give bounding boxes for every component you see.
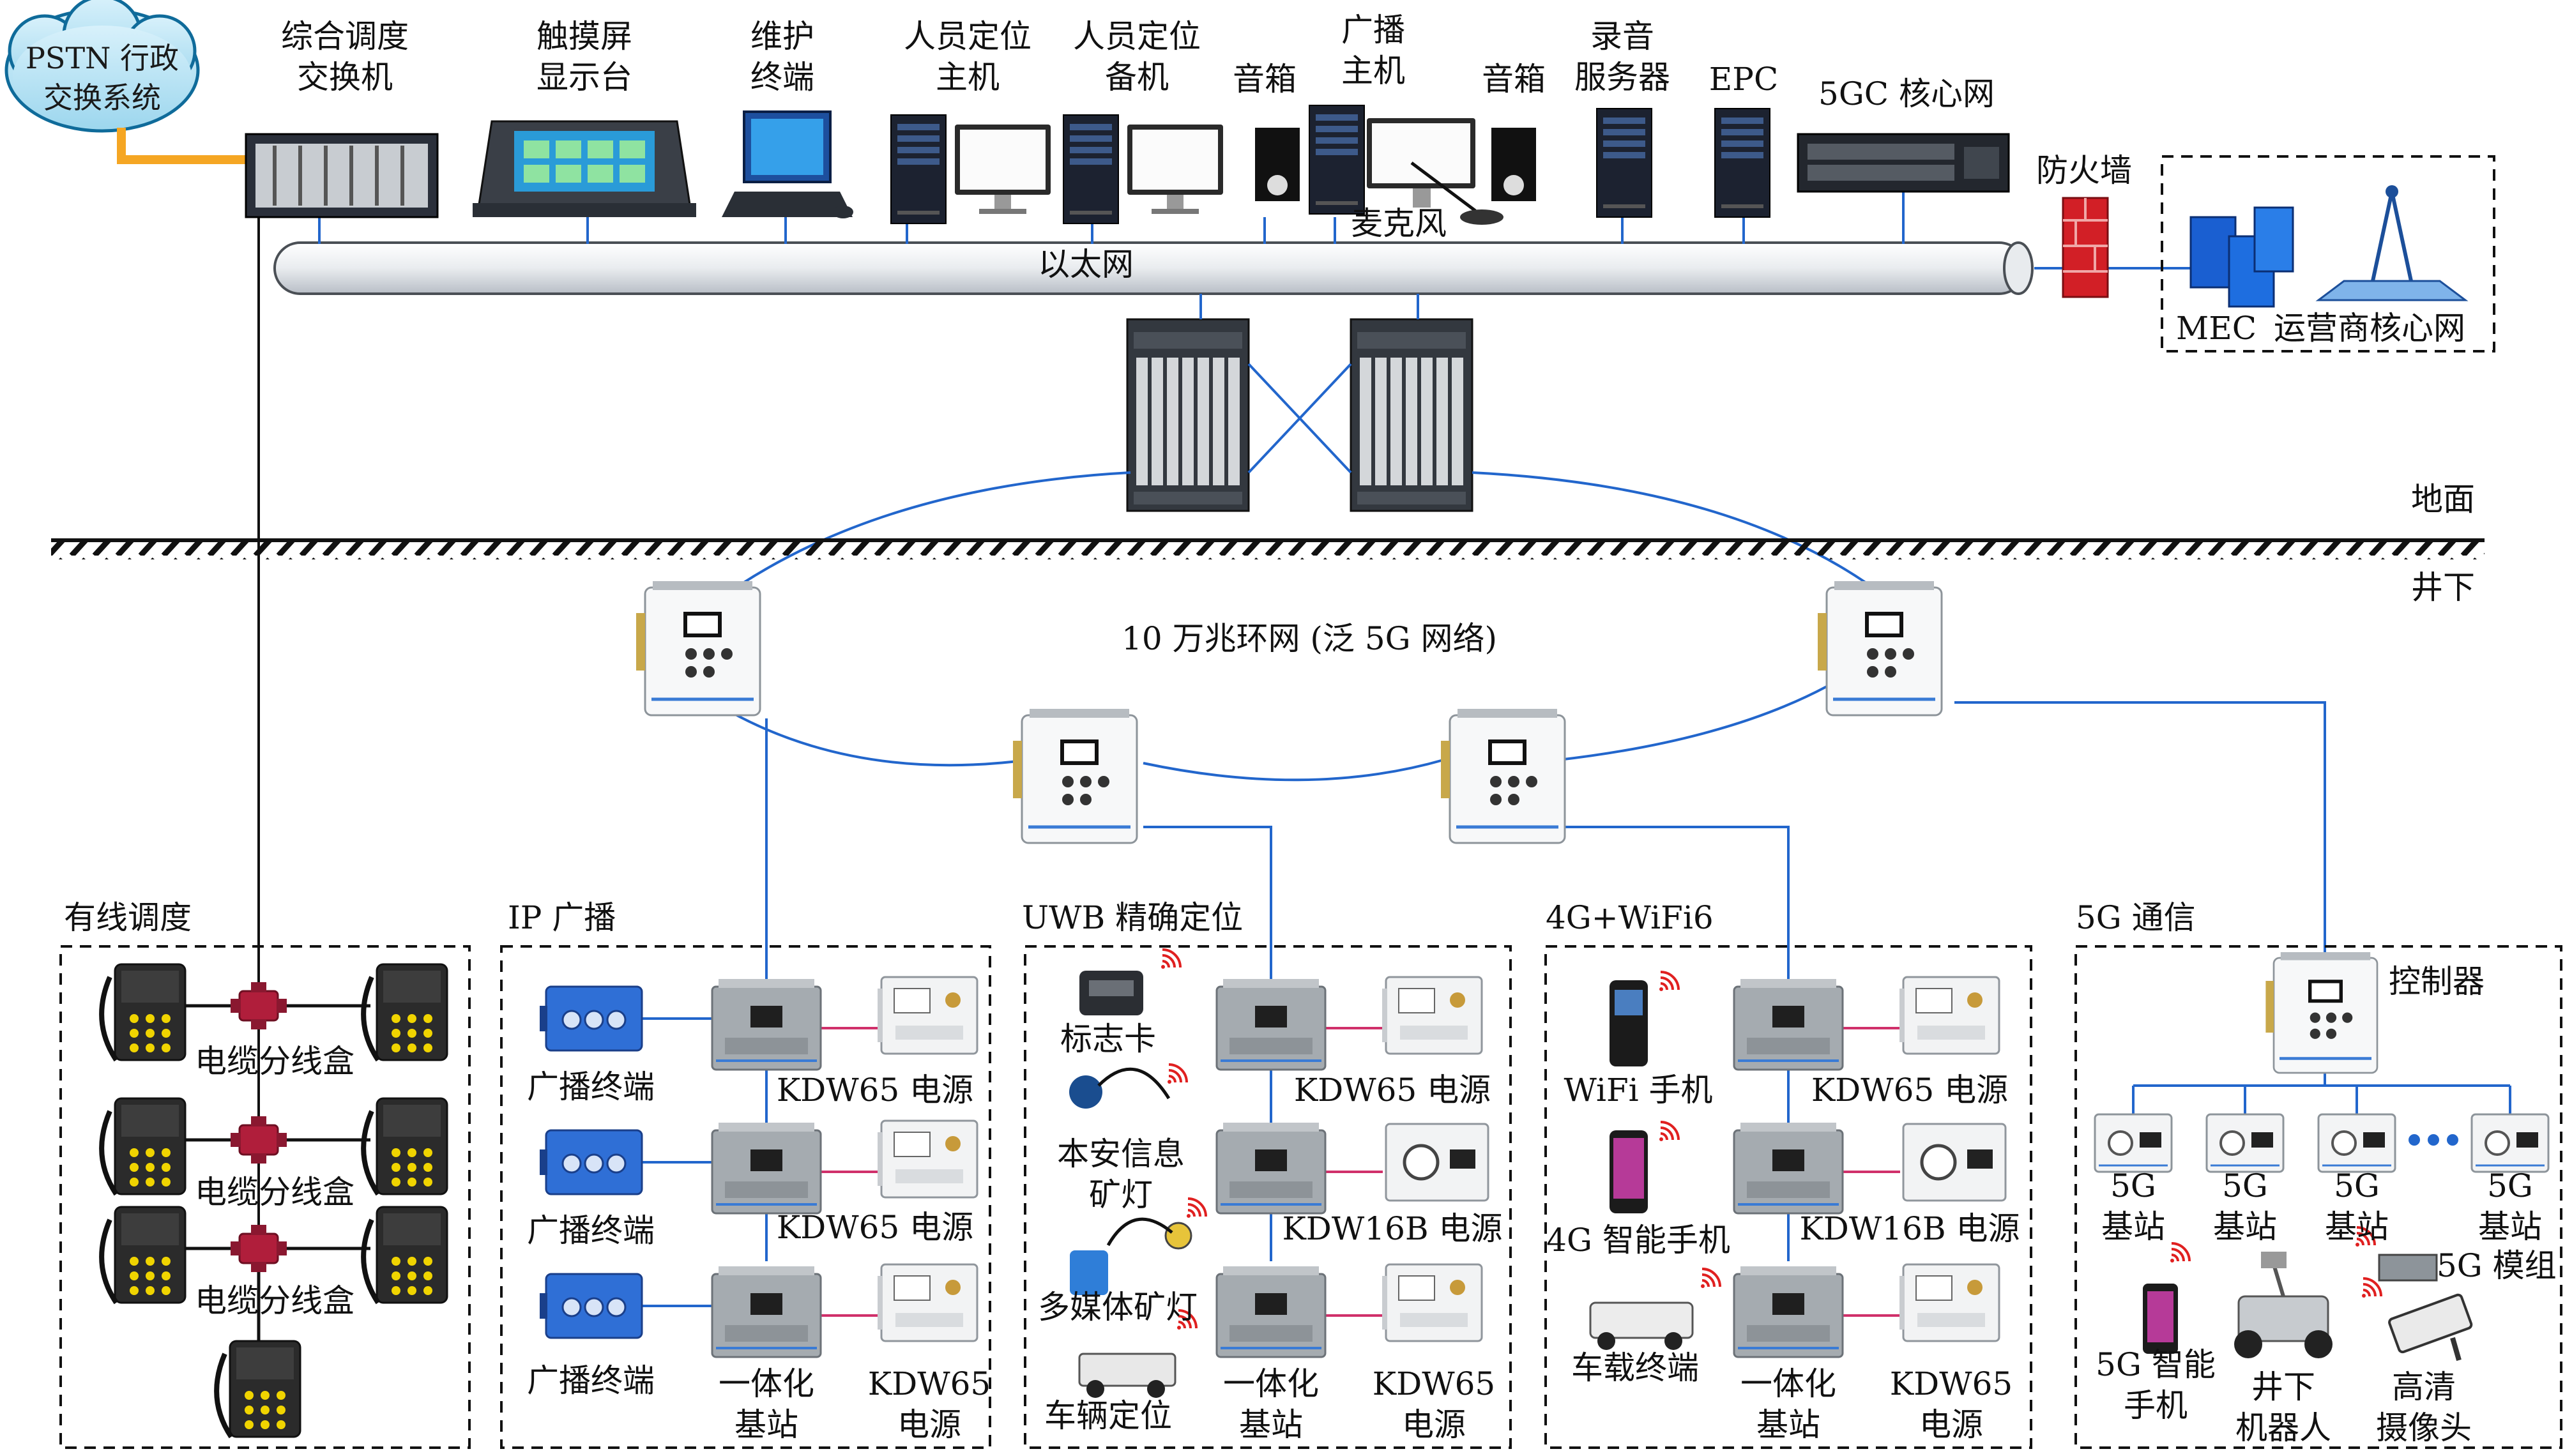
ethernet-pipe	[273, 241, 2034, 295]
uwb-vehicle-label: 车辆定位	[1044, 1397, 1172, 1434]
speaker-left-icon	[1255, 128, 1300, 201]
positioning-backup-label: 人员定位 备机	[1073, 18, 1201, 96]
broadcast-monitor-icon	[1367, 118, 1475, 208]
ring-node-1-icon	[636, 581, 760, 715]
speaker-right-icon	[1491, 128, 1536, 201]
ring-network-label: 10 万兆环网 (泛 5G 网络)	[1122, 620, 1497, 657]
cable-box-label-2: 电缆分线盒	[195, 1174, 354, 1211]
recording-server-label: 录音 服务器	[1574, 18, 1670, 96]
broadcast-host-server-icon	[1309, 105, 1365, 215]
uwb-bottom-psu-label: KDW65 电源	[1372, 1365, 1496, 1443]
maintenance-terminal-icon	[722, 110, 853, 218]
robot-label: 井下 机器人	[2235, 1369, 2331, 1446]
pstn-cloud-line2: 交换系统	[43, 80, 161, 115]
touchscreen-console-icon	[473, 120, 696, 217]
ring-node-2-icon	[1013, 709, 1137, 843]
uwb-station-label: 一体化 基站	[1223, 1365, 1319, 1443]
ring-node-4-icon	[1818, 581, 1942, 715]
maintenance-label: 维护 终端	[750, 18, 814, 96]
mec-servers-icon	[2189, 206, 2294, 308]
positioning-host-label: 人员定位 主机	[904, 18, 1031, 96]
firewall-label: 防火墙	[2036, 152, 2132, 189]
g5-devices	[2094, 952, 2550, 1361]
wifi-psu-label-2: KDW16B 电源	[1799, 1210, 2020, 1247]
ethernet-label: 以太网	[1038, 246, 1134, 283]
core-5gc-label: 5GC 核心网	[1818, 75, 1995, 112]
uwb-lamp1-label: 本安信息 矿灯	[1057, 1135, 1185, 1213]
switchboard-icon	[245, 133, 439, 218]
epc-label: EPC	[1709, 61, 1779, 98]
diagram-stage: PSTN 行政 交换系统 综合调度 交换机 触摸屏 显示台 维护 终端 人员定位…	[0, 0, 2565, 1453]
g5-title: 5G 通信	[2076, 899, 2196, 936]
recording-server-icon	[1596, 108, 1652, 218]
wired-dispatch-title: 有线调度	[64, 899, 192, 936]
vehicle-terminal-label: 车载终端	[1571, 1349, 1699, 1386]
underground-label: 井下	[2411, 569, 2475, 606]
mec-label: MEC	[2176, 310, 2257, 347]
operator-core-label: 运营商核心网	[2274, 310, 2465, 347]
wifi-station-label: 一体化 基站	[1740, 1365, 1836, 1443]
speaker-left-label: 音箱	[1233, 61, 1297, 98]
positioning-backup-server-icon	[1063, 114, 1119, 224]
wifi-psu-label-1: KDW65 电源	[1811, 1072, 2009, 1109]
g5-phone-label: 5G 智能 手机	[2096, 1346, 2216, 1424]
ipb-station-label: 一体化 基站	[719, 1365, 814, 1443]
uwb-psu-label-2: KDW16B 电源	[1282, 1210, 1503, 1247]
switchboard-label: 综合调度 交换机	[281, 18, 409, 96]
broadcast-host-label: 广播 主机	[1341, 11, 1405, 89]
cable-box-label-3: 电缆分线盒	[195, 1282, 354, 1319]
operator-core-icon	[2315, 185, 2469, 301]
pstn-cloud-line1: PSTN 行政	[25, 41, 179, 75]
uwb-title: UWB 精确定位	[1022, 899, 1244, 936]
core-5gc-switch-icon	[1797, 133, 2010, 193]
wifi-bottom-psu-label: KDW65 电源	[1889, 1365, 2013, 1443]
ipb-bottom-psu-label: KDW65 电源	[867, 1365, 991, 1443]
broadcast-terminal-label-1: 广播终端	[527, 1068, 655, 1105]
broadcast-terminal-label-2: 广播终端	[527, 1212, 655, 1249]
ring-node-3-icon	[1441, 709, 1565, 843]
bs-label-2: 5G 基站	[2213, 1167, 2277, 1245]
uwb-tag-label: 标志卡	[1060, 1020, 1156, 1058]
wifi-4g-devices	[1589, 971, 2007, 1358]
core-switch-right-icon	[1350, 318, 1473, 512]
pstn-cloud-label: PSTN 行政 交换系统	[13, 38, 192, 118]
smartphone-4g-label: 4G 智能手机	[1546, 1222, 1730, 1259]
positioning-host-monitor-icon	[955, 125, 1051, 214]
epc-server-icon	[1714, 108, 1770, 218]
ipb-psu-label-2: KDW65 电源	[776, 1209, 974, 1246]
uwb-psu-label-1: KDW65 电源	[1293, 1072, 1491, 1109]
positioning-backup-monitor-icon	[1127, 125, 1223, 214]
controller-label: 控制器	[2389, 963, 2485, 1000]
firewall-icon	[2062, 197, 2109, 298]
cable-box-label-1: 电缆分线盒	[195, 1043, 354, 1080]
wifi-4g-title: 4G+WiFi6	[1546, 899, 1714, 936]
bs-label-1: 5G 基站	[2101, 1167, 2165, 1245]
positioning-host-server-icon	[890, 114, 947, 224]
ip-broadcast-title: IP 广播	[508, 899, 616, 936]
ground-surface-line	[51, 538, 2485, 559]
wifi-phone-label: WiFi 手机	[1564, 1072, 1713, 1109]
core-switch-left-icon	[1126, 318, 1250, 512]
uwb-lamp2-label: 多媒体矿灯	[1038, 1289, 1198, 1326]
g5-module-label: 5G 模组	[2437, 1247, 2557, 1284]
broadcast-terminal-label-3: 广播终端	[527, 1362, 655, 1399]
microphone-label: 麦克风	[1351, 205, 1447, 242]
pstn-trunk-link	[117, 128, 252, 164]
bs-label-4: 5G 基站	[2478, 1167, 2542, 1245]
camera-label: 高清 摄像头	[2376, 1369, 2472, 1446]
ip-broadcast-devices	[538, 976, 978, 1358]
speaker-right-label: 音箱	[1482, 61, 1546, 98]
ipb-psu-label-1: KDW65 电源	[776, 1072, 974, 1109]
touchscreen-label: 触摸屏 显示台	[537, 18, 632, 96]
bs-label-3: 5G 基站	[2325, 1167, 2389, 1245]
ground-label: 地面	[2411, 481, 2475, 518]
